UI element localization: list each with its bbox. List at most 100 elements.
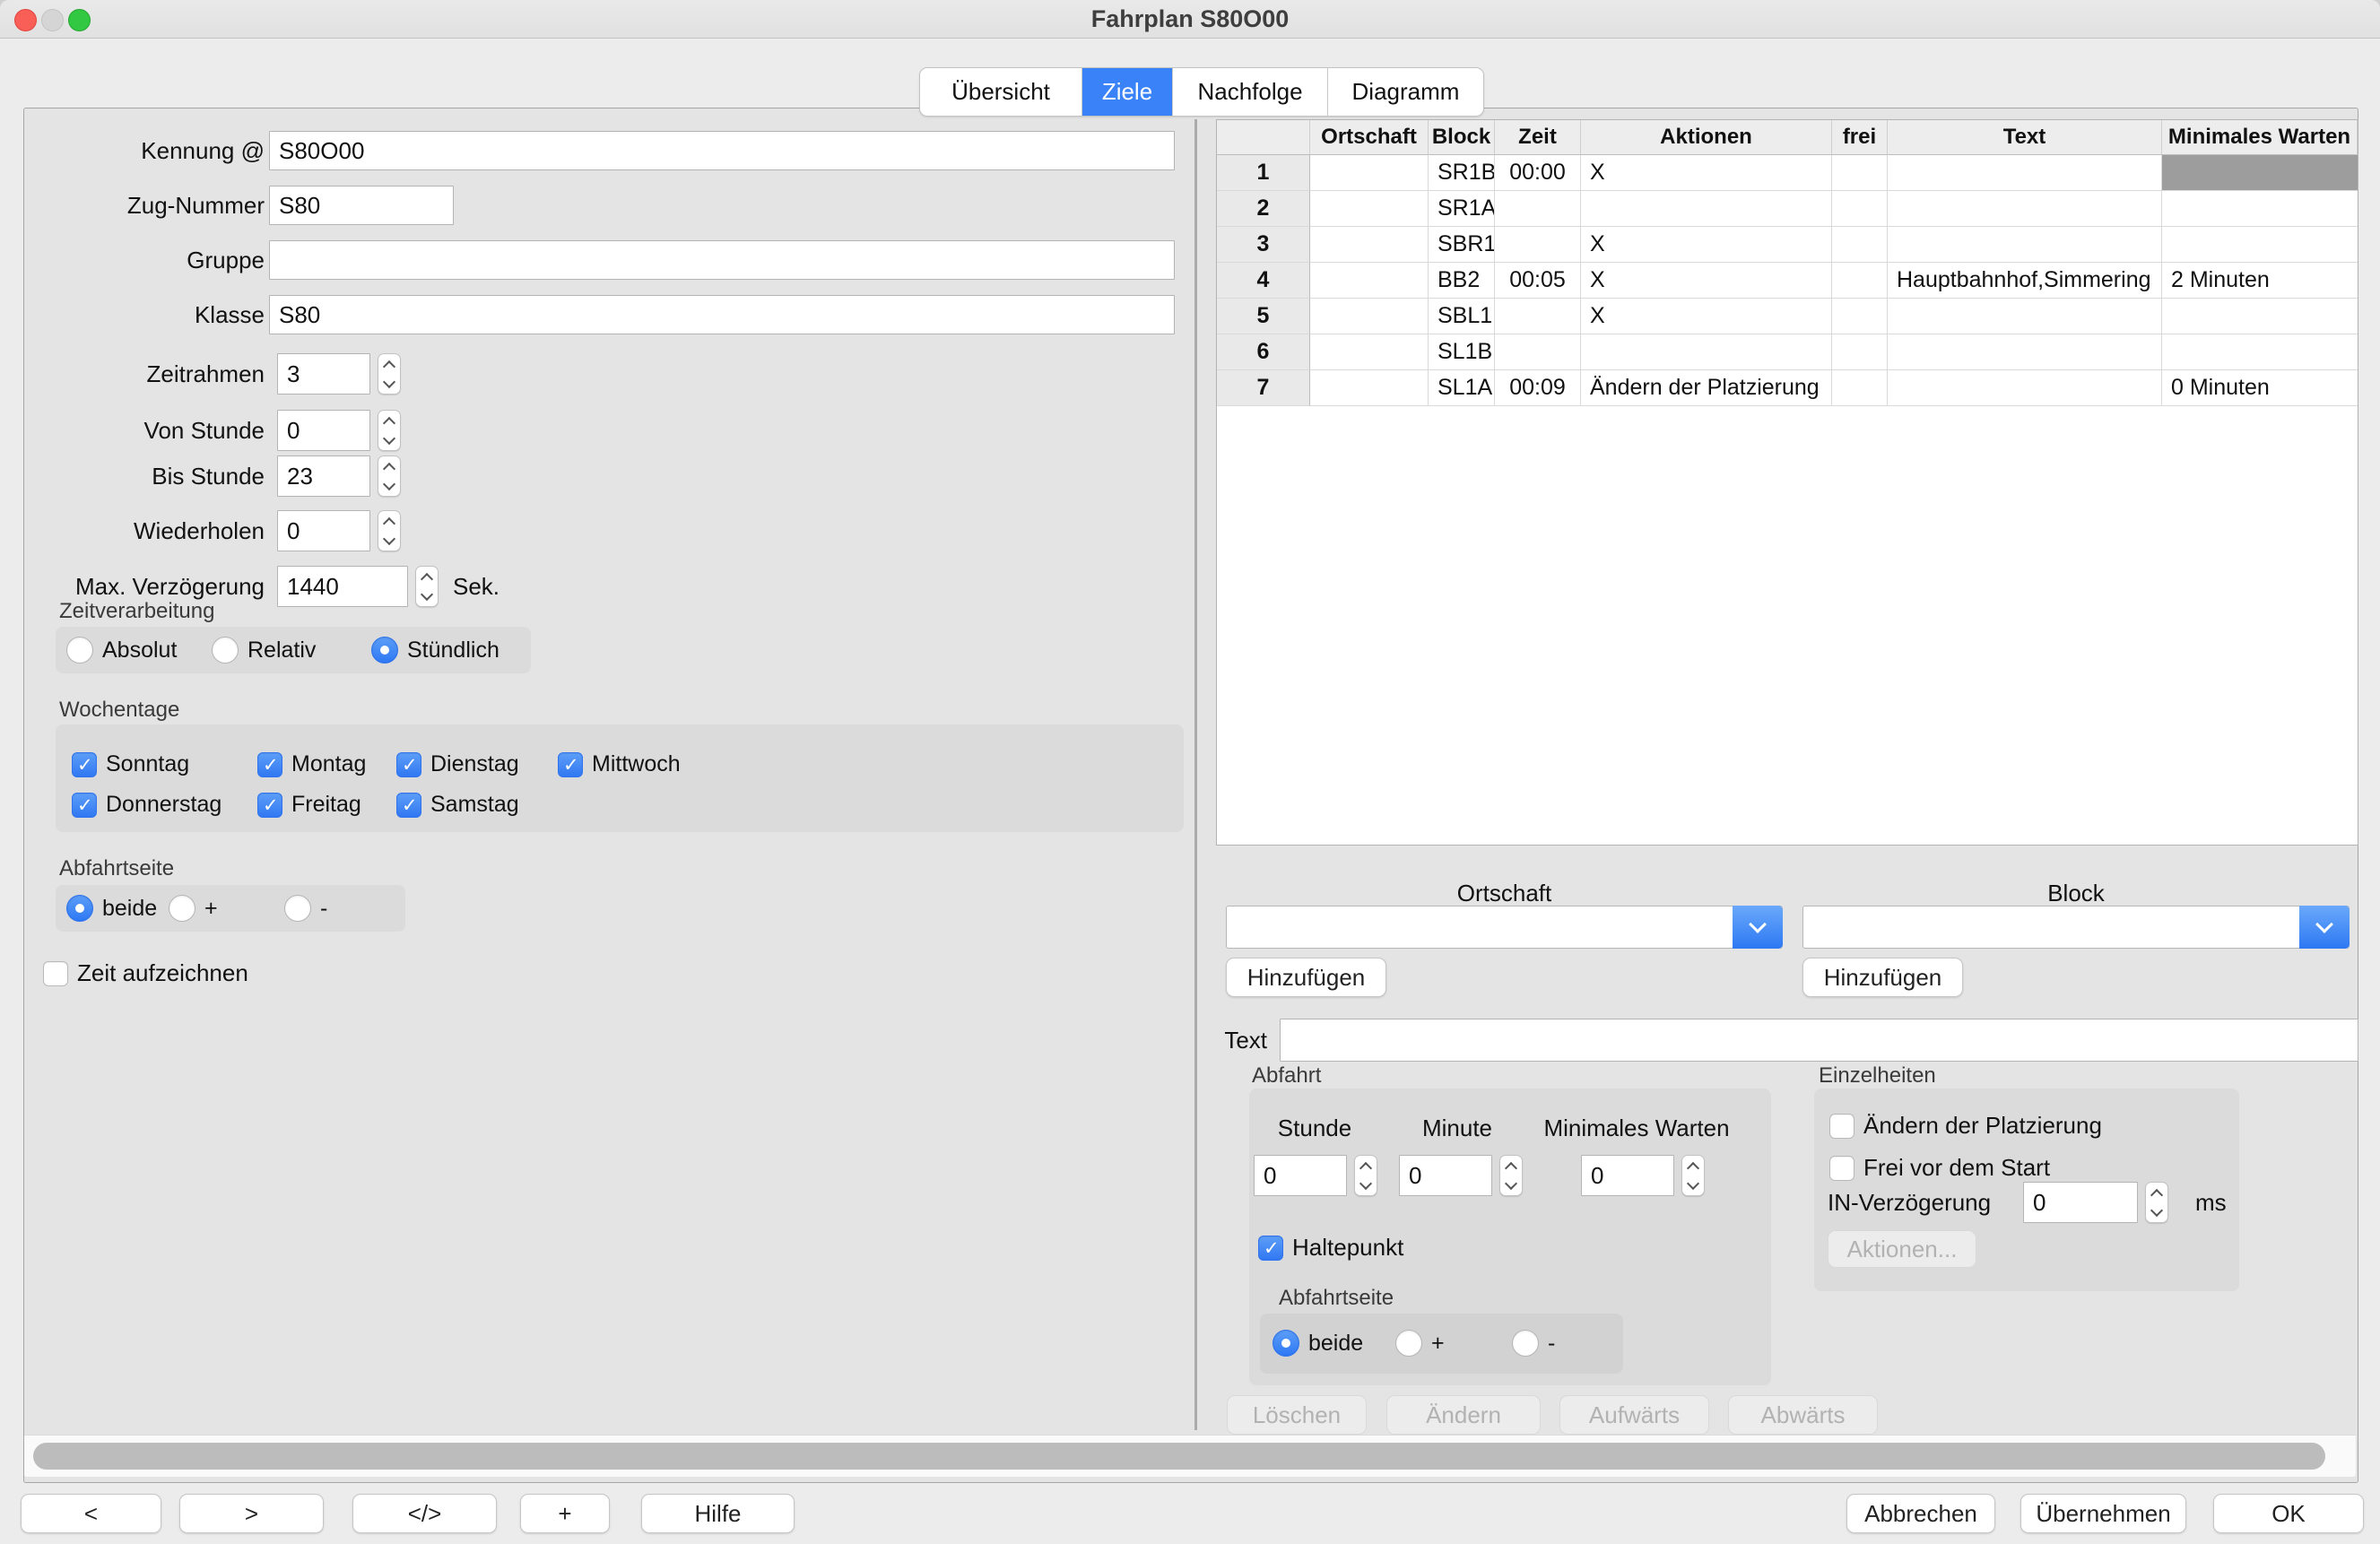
kennung-input[interactable]: [269, 131, 1175, 170]
ziele-table[interactable]: Ortschaft Block Zeit Aktionen frei Text …: [1216, 119, 2358, 846]
code-button[interactable]: </>: [352, 1494, 497, 1533]
cell-warten[interactable]: [2162, 299, 2358, 334]
cell-num[interactable]: 3: [1217, 227, 1310, 263]
cell-text[interactable]: [1888, 227, 2162, 263]
checkbox-donnerstag[interactable]: Donnerstag: [72, 792, 221, 818]
header-frei[interactable]: frei: [1832, 120, 1888, 155]
add-button[interactable]: +: [520, 1494, 610, 1533]
von-stunde-stepper[interactable]: [378, 410, 401, 451]
cell-text[interactable]: [1888, 334, 2162, 370]
tab-nachfolge[interactable]: Nachfolge: [1173, 68, 1328, 116]
cell-ortschaft[interactable]: [1310, 263, 1429, 299]
horizontal-scrollbar[interactable]: [24, 1435, 2356, 1477]
cell-warten[interactable]: 2 Minuten: [2162, 263, 2358, 299]
chevron-down-icon[interactable]: [1733, 906, 1783, 949]
cell-ortschaft[interactable]: [1310, 155, 1429, 191]
bis-stunde-input[interactable]: [277, 455, 370, 497]
cell-frei[interactable]: [1832, 227, 1888, 263]
radio-minus[interactable]: -: [284, 895, 327, 922]
cell-text[interactable]: [1888, 299, 2162, 334]
minimales-warten-input[interactable]: [1581, 1155, 1674, 1196]
zeitrahmen-stepper[interactable]: [378, 353, 401, 395]
radio-abfahrt-plus[interactable]: +: [1395, 1330, 1445, 1357]
ortschaft-combobox[interactable]: [1226, 906, 1783, 949]
header-ortschaft[interactable]: Ortschaft: [1310, 120, 1429, 155]
cell-block[interactable]: SR1B: [1429, 155, 1495, 191]
cell-ortschaft[interactable]: [1310, 334, 1429, 370]
radio-beide[interactable]: beide: [66, 895, 157, 922]
cell-zeit[interactable]: [1495, 191, 1581, 227]
radio-relativ[interactable]: Relativ: [212, 637, 316, 664]
pane-splitter[interactable]: [1194, 119, 1197, 1430]
stunde-stepper[interactable]: [1354, 1155, 1377, 1196]
aufwaerts-button[interactable]: Aufwärts: [1559, 1395, 1709, 1435]
in-verzoegerung-input[interactable]: [2023, 1182, 2138, 1223]
cell-text[interactable]: [1888, 370, 2162, 406]
cell-aktionen[interactable]: X: [1581, 263, 1832, 299]
cell-num[interactable]: 7: [1217, 370, 1310, 406]
checkbox-aendern-platzierung[interactable]: Ändern der Platzierung: [1829, 1112, 2102, 1140]
cell-frei[interactable]: [1832, 155, 1888, 191]
tab-uebersicht[interactable]: Übersicht: [920, 68, 1082, 116]
checkbox-dienstag[interactable]: Dienstag: [396, 751, 519, 777]
hilfe-button[interactable]: Hilfe: [641, 1494, 795, 1533]
text-input[interactable]: [1280, 1019, 2358, 1062]
cell-num[interactable]: 6: [1217, 334, 1310, 370]
stunde-input[interactable]: [1254, 1155, 1347, 1196]
cell-warten[interactable]: [2162, 227, 2358, 263]
table-row[interactable]: 1 SR1B 00:00 X: [1217, 155, 2358, 191]
cell-warten[interactable]: [2162, 191, 2358, 227]
prev-button[interactable]: <: [21, 1494, 161, 1533]
cell-zeit[interactable]: 00:05: [1495, 263, 1581, 299]
cell-ortschaft[interactable]: [1310, 299, 1429, 334]
max-verzoegerung-input[interactable]: [277, 566, 408, 607]
cell-ortschaft[interactable]: [1310, 370, 1429, 406]
cell-block[interactable]: SR1A: [1429, 191, 1495, 227]
max-verzoegerung-stepper[interactable]: [415, 566, 439, 607]
cell-aktionen[interactable]: [1581, 334, 1832, 370]
cell-block[interactable]: SBR1: [1429, 227, 1495, 263]
cell-text[interactable]: [1888, 191, 2162, 227]
cell-frei[interactable]: [1832, 191, 1888, 227]
cell-zeit[interactable]: 00:00: [1495, 155, 1581, 191]
uebernehmen-button[interactable]: Übernehmen: [2020, 1494, 2186, 1533]
cell-aktionen[interactable]: X: [1581, 299, 1832, 334]
checkbox-frei-vor-start[interactable]: Frei vor dem Start: [1829, 1154, 2050, 1182]
cell-ortschaft[interactable]: [1310, 227, 1429, 263]
ortschaft-hinzufuegen-button[interactable]: Hinzufügen: [1226, 958, 1386, 997]
cell-frei[interactable]: [1832, 334, 1888, 370]
cell-block[interactable]: SL1A: [1429, 370, 1495, 406]
wiederholen-input[interactable]: [277, 510, 370, 551]
header-rownum[interactable]: [1217, 120, 1310, 155]
cell-warten-selected[interactable]: [2162, 155, 2358, 191]
zeitrahmen-input[interactable]: [277, 353, 370, 395]
cell-zeit[interactable]: 00:09: [1495, 370, 1581, 406]
wiederholen-stepper[interactable]: [378, 510, 401, 551]
table-row[interactable]: 7 SL1A 00:09 Ändern der Platzierung 0 Mi…: [1217, 370, 2358, 406]
checkbox-haltepunkt[interactable]: Haltepunkt: [1258, 1234, 1403, 1262]
checkbox-sonntag[interactable]: Sonntag: [72, 751, 189, 777]
chevron-down-icon[interactable]: [2299, 906, 2350, 949]
abbrechen-button[interactable]: Abbrechen: [1846, 1494, 1995, 1533]
radio-abfahrt-minus[interactable]: -: [1512, 1330, 1555, 1357]
zug-nummer-input[interactable]: [269, 186, 454, 225]
cell-frei[interactable]: [1832, 370, 1888, 406]
radio-plus[interactable]: +: [169, 895, 218, 922]
table-row[interactable]: 3 SBR1 X: [1217, 227, 2358, 263]
ok-button[interactable]: OK: [2213, 1494, 2364, 1533]
in-verzoegerung-stepper[interactable]: [2145, 1182, 2168, 1223]
loeschen-button[interactable]: Löschen: [1227, 1395, 1367, 1435]
table-row[interactable]: 2 SR1A: [1217, 191, 2358, 227]
cell-num[interactable]: 1: [1217, 155, 1310, 191]
cell-text[interactable]: [1888, 155, 2162, 191]
checkbox-mittwoch[interactable]: Mittwoch: [558, 751, 681, 777]
checkbox-samstag[interactable]: Samstag: [396, 792, 519, 818]
cell-aktionen[interactable]: X: [1581, 227, 1832, 263]
radio-absolut[interactable]: Absolut: [66, 637, 177, 664]
cell-block[interactable]: SL1B: [1429, 334, 1495, 370]
checkbox-freitag[interactable]: Freitag: [257, 792, 361, 818]
cell-frei[interactable]: [1832, 263, 1888, 299]
minute-stepper[interactable]: [1499, 1155, 1523, 1196]
cell-block[interactable]: BB2: [1429, 263, 1495, 299]
cell-aktionen[interactable]: Ändern der Platzierung: [1581, 370, 1832, 406]
